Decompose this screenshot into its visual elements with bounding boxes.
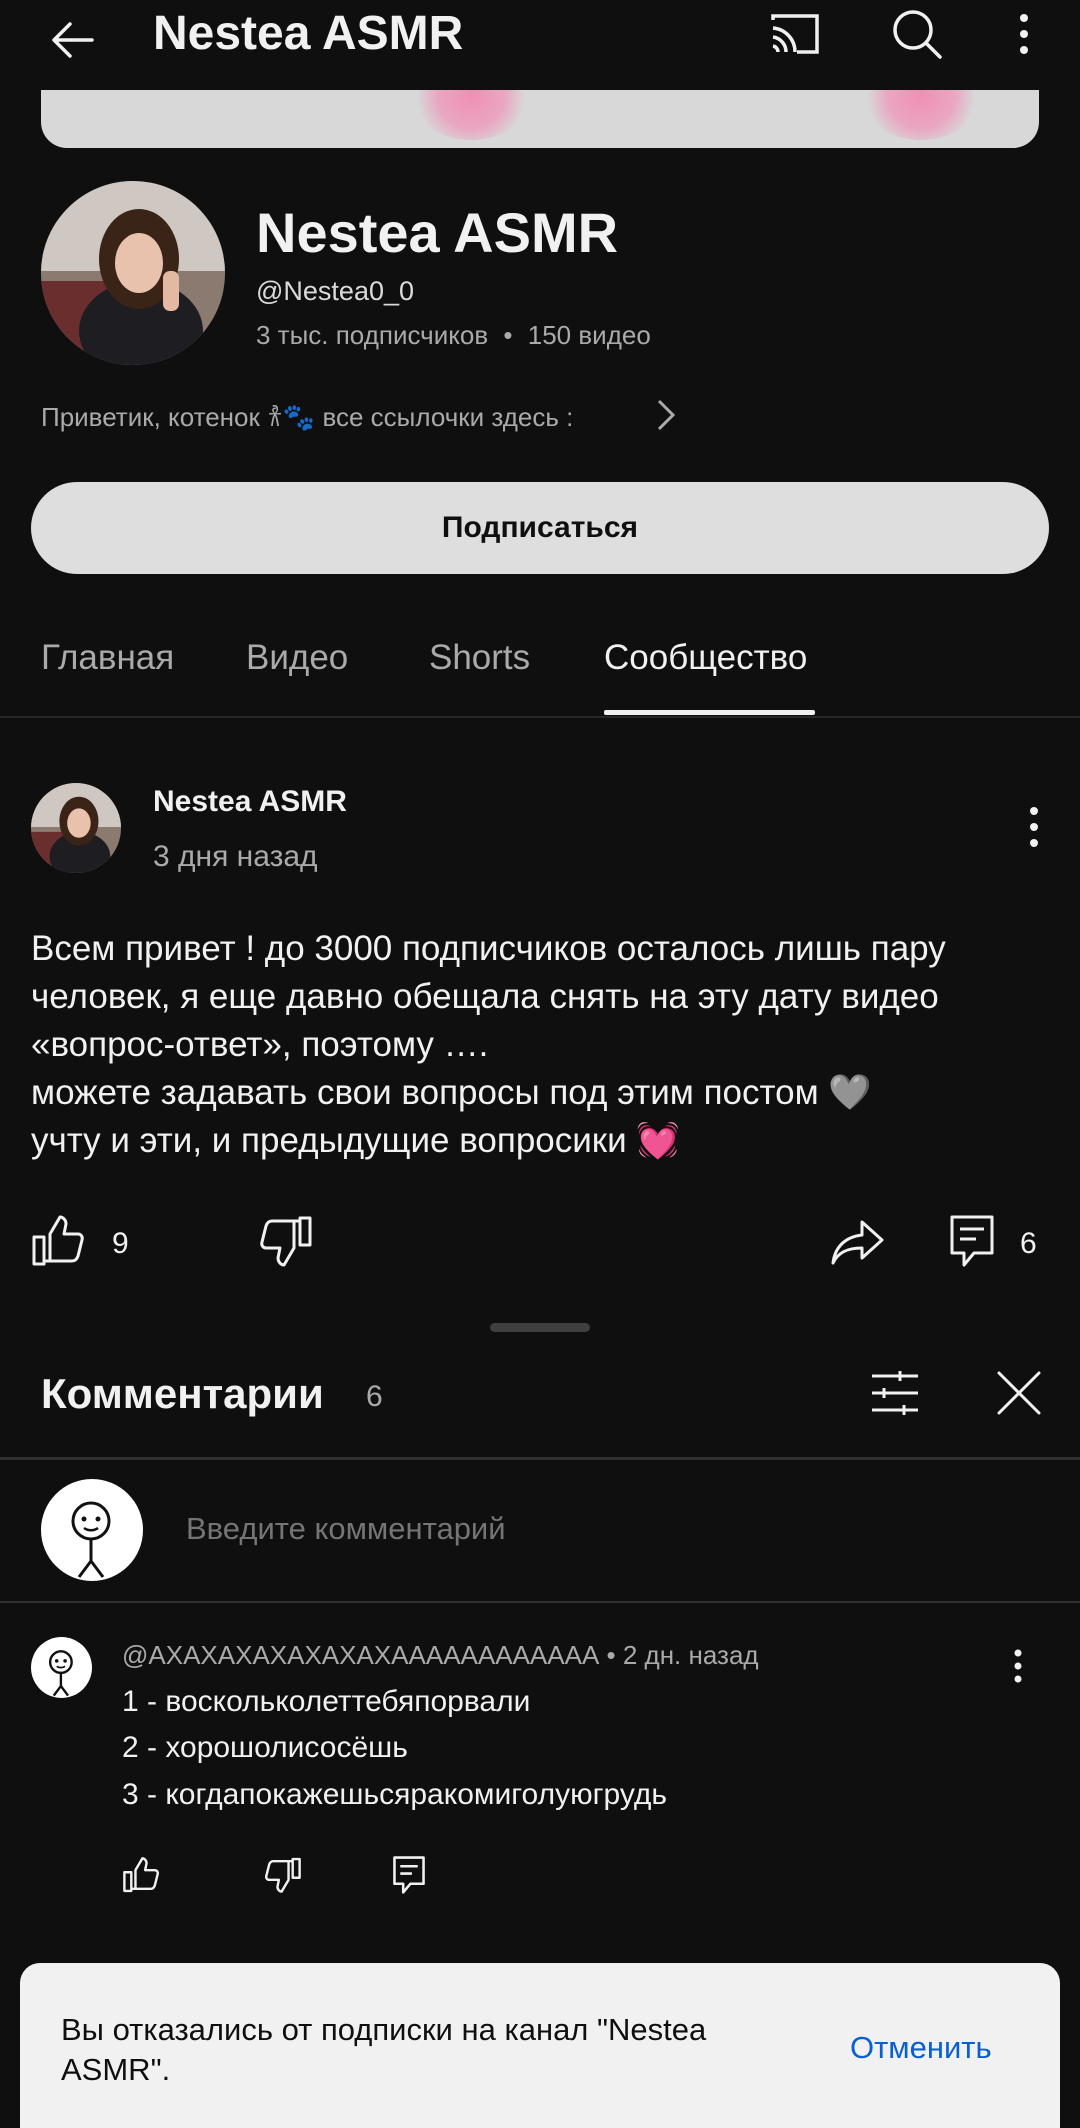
comment-dislike-button[interactable]: [264, 1857, 304, 1895]
comment-more-button[interactable]: [1012, 1648, 1036, 1692]
channel-description[interactable]: Приветик, котенок 𐀪🐾 все ссылочки здесь …: [41, 398, 573, 434]
chevron-right-icon: [657, 399, 676, 431]
video-count: 150 видео: [527, 320, 651, 350]
thumbs-up-icon: [123, 1857, 159, 1893]
share-button[interactable]: [830, 1218, 886, 1270]
post-author-name[interactable]: Nestea ASMR: [153, 785, 347, 819]
arrow-left-icon: [52, 22, 94, 58]
thumbs-up-icon: [32, 1215, 84, 1266]
channel-handle: @Nestea0_0: [256, 276, 415, 306]
comment-count: 6: [1020, 1227, 1037, 1260]
comment-time: 2 дн. назад: [622, 1640, 759, 1670]
post-text-line: можете задавать свои вопросы под этим по…: [31, 1073, 872, 1112]
tab-home[interactable]: Главная: [41, 638, 174, 678]
channel-tabs: Главная Видео Shorts Сообщество: [0, 620, 1080, 718]
subscribe-button[interactable]: Подписаться: [31, 482, 1049, 574]
comments-count: 6: [366, 1380, 383, 1413]
dislike-button[interactable]: [259, 1215, 319, 1271]
back-button[interactable]: [40, 8, 104, 72]
cast-icon: [771, 14, 819, 54]
sort-filter-button[interactable]: [870, 1370, 922, 1420]
description-expand-icon[interactable]: [654, 398, 684, 434]
comment-text-line: 1 - воскольколеттебяпорвали: [122, 1685, 531, 1718]
share-icon: [831, 1220, 884, 1265]
channel-stats: 3 тыс. подписчиков • 150 видео: [256, 320, 651, 351]
comment-author-avatar[interactable]: [31, 1637, 92, 1698]
comment-input-divider: [0, 1601, 1080, 1603]
reply-icon: [393, 1856, 425, 1894]
more-vertical-icon: [1020, 14, 1028, 54]
channel-avatar[interactable]: [41, 181, 225, 365]
cast-button[interactable]: [760, 4, 830, 64]
tab-community[interactable]: Сообщество: [604, 638, 807, 678]
sheet-drag-handle[interactable]: [490, 1323, 590, 1332]
post-text: Всем привет ! до 3000 подписчиков остало…: [31, 925, 1041, 1165]
active-tab-indicator: [604, 710, 815, 715]
user-avatar: [41, 1479, 143, 1581]
post-text-line: учту и эти, и предыдущие вопросики 💓: [31, 1121, 680, 1160]
app-bar-title: Nestea ASMR: [153, 7, 464, 60]
tab-videos[interactable]: Видео: [246, 638, 348, 678]
post-text-line: Всем привет ! до 3000 подписчиков остало…: [31, 929, 946, 968]
tab-shorts[interactable]: Shorts: [429, 638, 530, 678]
post-timestamp: 3 дня назад: [153, 840, 318, 873]
comment-icon: [950, 1215, 994, 1267]
more-vertical-icon: [1014, 1649, 1022, 1683]
comment-author[interactable]: @АХАХАХАХАХАХАХАААААААААААА: [122, 1640, 599, 1670]
comment-text-line: 2 - хорошолисосёшь: [122, 1731, 408, 1764]
comment-reply-button[interactable]: [393, 1855, 429, 1897]
post-text-line: «вопрос-ответ», поэтому ….: [31, 1025, 489, 1064]
post-author-avatar[interactable]: [31, 783, 121, 873]
search-icon: [893, 10, 942, 59]
comment-text-line: 3 - когдапокажешьсяракомиголуюгрудь: [122, 1778, 668, 1811]
thumbs-down-icon: [260, 1216, 312, 1267]
comment-input[interactable]: [184, 1510, 888, 1548]
subscriber-count: 3 тыс. подписчиков: [256, 320, 489, 350]
channel-description-text: Приветик, котенок 𐀪🐾 все ссылочки здесь …: [41, 402, 574, 432]
like-button[interactable]: [31, 1215, 91, 1271]
channel-name: Nestea ASMR: [256, 201, 619, 264]
post-more-button[interactable]: [1028, 805, 1052, 853]
comment-like-button[interactable]: [122, 1857, 162, 1895]
comments-title: Комментарии: [41, 1370, 324, 1417]
comments-header-divider: [0, 1457, 1080, 1460]
like-count: 9: [112, 1227, 129, 1260]
more-options-button[interactable]: [1000, 4, 1048, 64]
post-text-line: человек, я еще давно обещала снять на эт…: [31, 977, 939, 1016]
close-icon: [997, 1371, 1041, 1415]
snackbar-undo-button[interactable]: Отменить: [850, 2030, 992, 2066]
comment-meta-separator: •: [606, 1640, 623, 1670]
close-comments-button[interactable]: [996, 1370, 1044, 1420]
search-button[interactable]: [885, 4, 949, 64]
comments-button[interactable]: [950, 1215, 996, 1271]
filter-sliders-icon: [872, 1371, 918, 1415]
snackbar-message: Вы отказались от подписки на канал "Nest…: [61, 2012, 707, 2087]
more-vertical-icon: [1030, 807, 1038, 847]
thumbs-down-icon: [265, 1857, 301, 1893]
stats-separator: •: [503, 320, 513, 350]
comment-meta: @АХАХАХАХАХАХАХАААААААААААА • 2 дн. наза…: [122, 1640, 759, 1671]
channel-banner: [41, 90, 1039, 148]
